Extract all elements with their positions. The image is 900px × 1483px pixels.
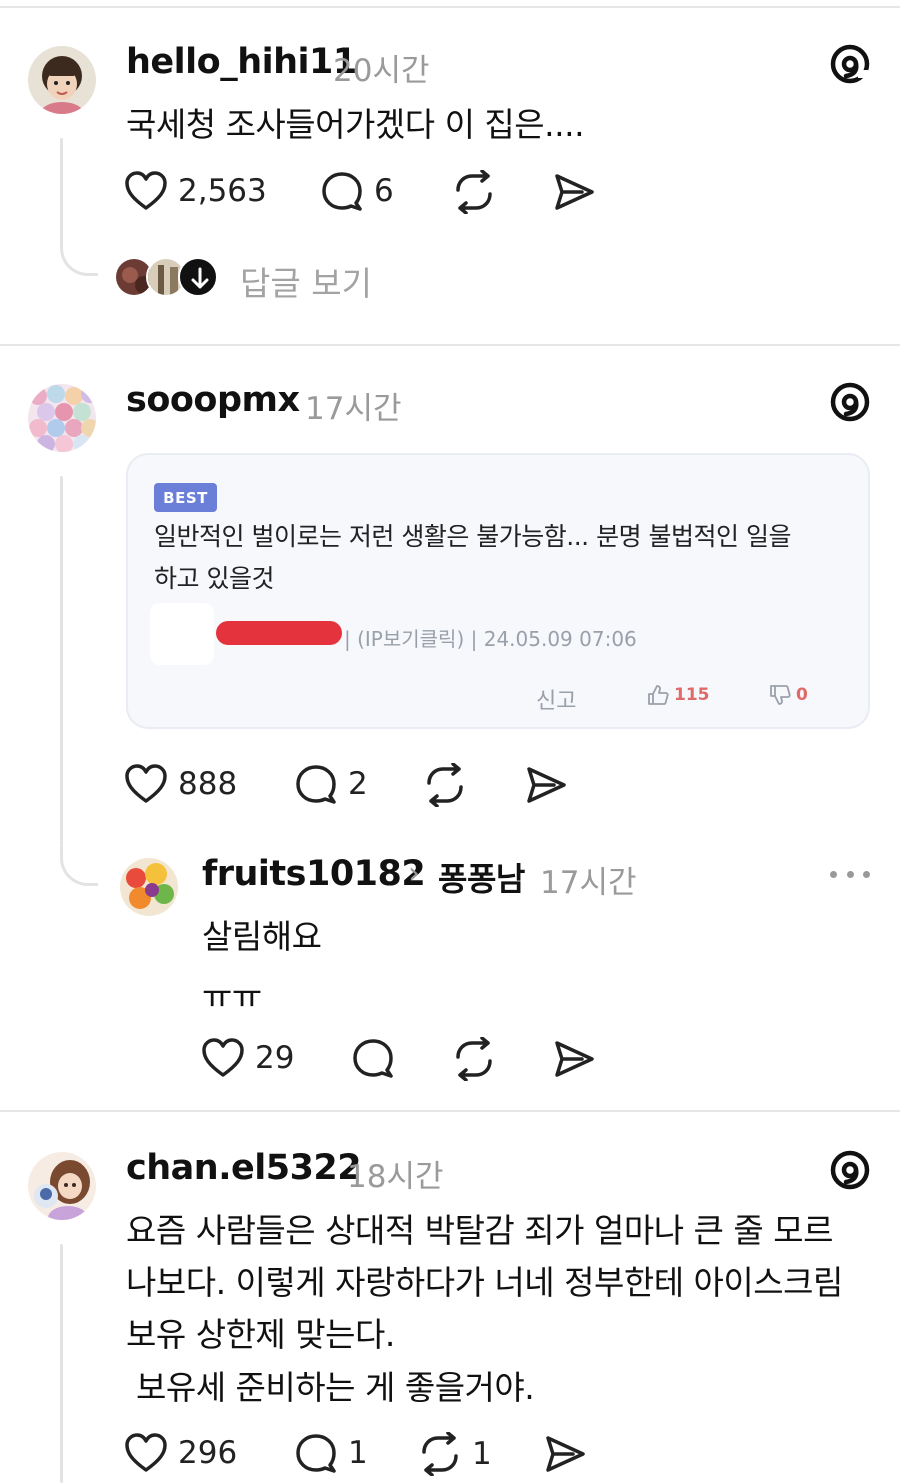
comment-button[interactable]: 1 <box>294 1432 368 1474</box>
share-button[interactable] <box>524 763 568 807</box>
upvote-button[interactable]: 115 <box>646 683 710 707</box>
post-divider <box>0 344 900 346</box>
post-divider <box>0 1110 900 1112</box>
threads-logo-icon[interactable] <box>828 42 872 86</box>
report-label: 신고 <box>536 689 577 714</box>
like-count: 29 <box>255 1040 295 1076</box>
like-button[interactable]: 888 <box>124 763 237 805</box>
repost-icon <box>422 1432 458 1476</box>
reply-to-username[interactable]: 퐁퐁남 <box>438 854 525 900</box>
heart-icon <box>202 1038 244 1077</box>
repost-button[interactable]: 1 <box>418 1432 492 1476</box>
post-text-line: 요즘 사람들은 상대적 박탈감 죄가 얼마나 큰 줄 모르 <box>126 1211 833 1250</box>
repost-button[interactable] <box>452 1037 496 1081</box>
send-icon <box>527 767 566 803</box>
reply-username[interactable]: fruits10182 <box>202 854 426 894</box>
like-count: 2,563 <box>178 173 267 209</box>
thread-line <box>60 138 63 248</box>
post-time: 17시간 <box>540 865 637 901</box>
chevron-right-icon: › <box>408 856 420 891</box>
downvote-count: 0 <box>796 685 808 705</box>
upvote-count: 115 <box>674 685 710 705</box>
comment-button[interactable] <box>351 1037 395 1079</box>
post-text-line: 나보다. 이렇게 자랑하다가 너네 정부한테 아이스크림 <box>126 1263 843 1302</box>
avatar[interactable] <box>28 46 96 114</box>
send-icon <box>555 174 594 210</box>
post-time: 18시간 <box>347 1159 444 1195</box>
like-button[interactable]: 2,563 <box>124 170 267 212</box>
card-text-line: 하고 있을것 <box>154 564 274 593</box>
like-count: 888 <box>178 766 238 802</box>
send-icon <box>546 1436 585 1472</box>
like-button[interactable]: 29 <box>201 1037 294 1079</box>
comment-button[interactable]: 2 <box>294 763 368 805</box>
heart-icon <box>125 764 167 803</box>
comment-button[interactable]: 6 <box>320 170 394 212</box>
avatar[interactable] <box>120 858 178 916</box>
comment-count: 6 <box>374 173 394 209</box>
redaction-mark <box>216 621 342 645</box>
repost-button[interactable] <box>452 170 496 214</box>
post-text: 국세청 조사들어가겠다 이 집은.... <box>126 105 585 144</box>
comment-bubble-icon <box>296 1434 336 1473</box>
repost-icon <box>456 170 492 214</box>
redaction-block <box>150 603 214 665</box>
repost-icon <box>427 763 463 807</box>
thumbs-down-icon <box>770 685 791 705</box>
share-button[interactable] <box>543 1432 587 1476</box>
more-options-icon[interactable] <box>830 862 870 886</box>
avatar[interactable] <box>28 1152 96 1220</box>
thread-line <box>60 476 63 846</box>
view-replies-link[interactable]: 답글 보기 <box>240 257 372 305</box>
comment-bubble-icon <box>353 1039 393 1078</box>
repost-icon <box>456 1037 492 1081</box>
reply-text: 살림해요 <box>202 917 322 956</box>
threads-logo-icon[interactable] <box>828 1148 872 1192</box>
share-button[interactable] <box>552 1037 596 1081</box>
repost-button[interactable] <box>423 763 467 807</box>
down-arrow-icon <box>178 257 218 297</box>
username[interactable]: chan.el5322 <box>126 1148 362 1188</box>
reply-avatars[interactable] <box>114 257 218 297</box>
report-link[interactable]: 신고 <box>536 683 576 715</box>
comment-bubble-icon <box>322 172 362 211</box>
embedded-comment-card: BEST 일반적인 벌이로는 저런 생활은 불가능함... 분명 불법적인 일을… <box>126 453 870 729</box>
comment-count: 1 <box>348 1435 368 1471</box>
comment-bubble-icon <box>296 765 336 804</box>
thread-line <box>60 1244 63 1483</box>
username[interactable]: hello_hihi11 <box>126 42 357 82</box>
threads-logo-icon[interactable] <box>828 380 872 424</box>
avatar[interactable] <box>28 384 96 452</box>
thread-connector <box>60 846 98 886</box>
heart-icon <box>125 1433 167 1472</box>
send-icon <box>555 1041 594 1077</box>
username[interactable]: sooopmx <box>126 380 300 420</box>
heart-icon <box>125 171 167 210</box>
card-text-line: 일반적인 벌이로는 저런 생활은 불가능함... 분명 불법적인 일을 <box>154 522 791 551</box>
top-divider <box>0 6 900 8</box>
repost-count: 1 <box>472 1436 492 1472</box>
like-count: 296 <box>178 1435 238 1471</box>
like-button[interactable]: 296 <box>124 1432 237 1474</box>
post-text-line: 보유세 준비하는 게 좋을거야. <box>126 1368 535 1407</box>
post-text-line: 보유 상한제 맞는다. <box>126 1315 395 1354</box>
reply-text: ㅠㅠ <box>202 977 262 1016</box>
comment-count: 2 <box>348 766 368 802</box>
share-button[interactable] <box>552 170 596 214</box>
post-time: 17시간 <box>305 391 402 427</box>
thread-connector <box>60 238 98 276</box>
post-time: 20시간 <box>333 53 430 89</box>
card-meta: | (IP보기클릭) | 24.05.09 07:06 <box>344 627 637 651</box>
best-badge: BEST <box>154 483 217 512</box>
thumbs-up-icon <box>648 685 669 705</box>
downvote-button[interactable]: 0 <box>768 683 808 707</box>
